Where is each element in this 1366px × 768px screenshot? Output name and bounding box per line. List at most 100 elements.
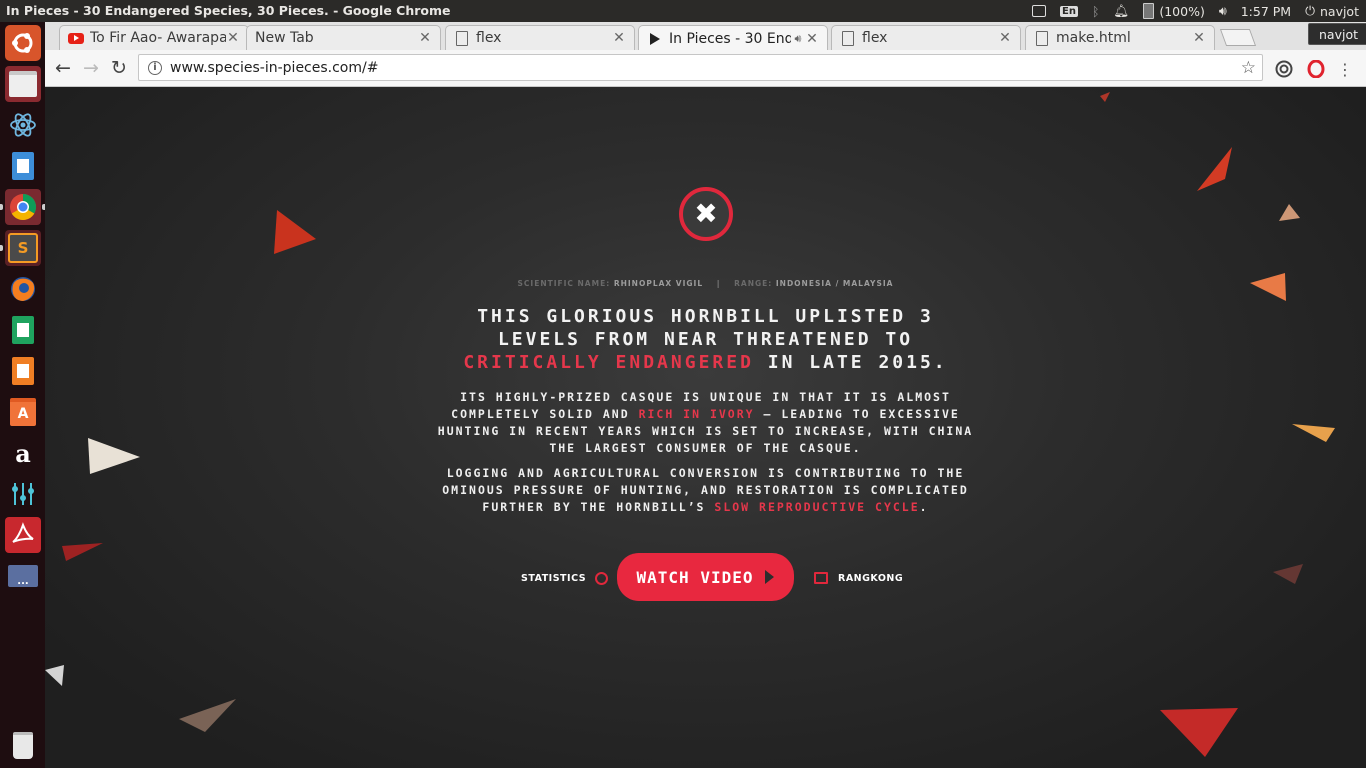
statistics-label: STATISTICS: [521, 573, 587, 584]
tab-audio-icon[interactable]: 🔊︎: [791, 32, 805, 46]
shard: [1100, 92, 1110, 102]
watch-video-label: WATCH VIDEO: [636, 567, 754, 587]
close-icon: ✖: [694, 197, 718, 230]
battery-icon: [1143, 3, 1155, 19]
chrome-icon[interactable]: [5, 189, 41, 225]
notification-bell-icon[interactable]: 🔔︎: [1113, 3, 1129, 19]
volume-icon[interactable]: 🔊︎: [1219, 3, 1227, 19]
close-tab-icon[interactable]: ✕: [998, 30, 1012, 46]
bookmark-star-icon[interactable]: ☆: [1241, 58, 1256, 78]
play-icon: [647, 31, 663, 47]
headline: THIS GLORIOUS HORNBILL UPLISTED 3 LEVELS…: [45, 305, 1366, 374]
close-tab-icon[interactable]: ✕: [1192, 30, 1206, 46]
local-name-link[interactable]: RANGKONG: [814, 572, 903, 584]
window-title: In Pieces - 30 Endangered Species, 30 Pi…: [6, 3, 451, 18]
software-center-icon[interactable]: A: [5, 394, 41, 430]
unity-tweak-icon[interactable]: [5, 476, 41, 512]
acrobat-reader-icon[interactable]: [5, 517, 41, 553]
clock[interactable]: 1:57 PM: [1241, 4, 1291, 19]
headline-line: LEVELS FROM NEAR THREATENED TO: [497, 329, 914, 350]
libreoffice-writer-icon[interactable]: [5, 148, 41, 184]
description-paragraph-2: LOGGING AND AGRICULTURAL CONVERSION IS C…: [45, 465, 1366, 516]
description-paragraph-1: ITS HIGHLY-PRIZED CASQUE IS UNIQUE IN TH…: [45, 389, 1366, 457]
extension-swirl-icon[interactable]: [1274, 59, 1294, 79]
tab-make-html[interactable]: make.html ✕: [1025, 25, 1215, 50]
action-bar: STATISTICS WATCH VIDEO RANGKONG: [45, 552, 1366, 602]
range-value: INDONESIA / MALAYSIA: [775, 279, 894, 288]
profile-badge[interactable]: navjot: [1308, 23, 1366, 45]
watch-video-button[interactable]: WATCH VIDEO: [617, 553, 794, 601]
chrome-menu-icon[interactable]: ⋮: [1335, 59, 1355, 79]
close-tab-icon[interactable]: ✕: [226, 30, 240, 46]
youtube-icon: [68, 30, 84, 46]
trash-icon[interactable]: [5, 727, 41, 763]
paragraph-line: ITS HIGHLY-PRIZED CASQUE IS UNIQUE IN TH…: [460, 390, 951, 404]
sublime-text-icon[interactable]: S: [5, 230, 41, 266]
shard: [1197, 147, 1232, 191]
tab-title: flex: [862, 30, 888, 46]
ubuntu-dash-icon[interactable]: [5, 25, 41, 61]
battery-indicator[interactable]: (100%): [1143, 3, 1205, 19]
statistics-pie-icon: [595, 572, 609, 585]
tab-flex-1[interactable]: flex ✕: [445, 25, 635, 50]
page-icon: [1034, 30, 1050, 46]
new-tab-button[interactable]: [1219, 29, 1257, 46]
local-name-icon: [814, 572, 828, 584]
highlight-slow-reproductive-cycle[interactable]: SLOW REPRODUCTIVE CYCLE: [714, 500, 919, 514]
libreoffice-calc-icon[interactable]: [5, 312, 41, 348]
close-tab-icon[interactable]: ✕: [418, 30, 432, 46]
tab-title: flex: [476, 30, 502, 46]
tab-title: To Fir Aao- Awarapan: [90, 30, 226, 46]
sublime-running-indicator: [0, 245, 3, 251]
keyboard-layout-indicator[interactable]: En: [1059, 5, 1078, 17]
page-icon: [454, 30, 470, 46]
paragraph-line: HUNTING IN RECENT YEARS WHICH IS SET TO …: [437, 424, 974, 438]
firefox-icon[interactable]: [5, 271, 41, 307]
paragraph-line: OMINOUS PRESSURE OF HUNTING, AND RESTORA…: [442, 483, 969, 497]
power-icon: ⏻: [1305, 3, 1315, 18]
forward-arrow-icon[interactable]: →: [80, 57, 102, 79]
bluetooth-icon[interactable]: ᛒ: [1092, 4, 1100, 19]
paragraph-line: FURTHER BY THE HORNBILL’S SLOW REPRODUCT…: [482, 500, 929, 514]
tab-title: In Pieces - 30 Endangered: [669, 30, 791, 47]
shard: [274, 210, 316, 254]
headline-rest: IN LATE 2015.: [753, 352, 948, 373]
session-menu[interactable]: ⏻ navjot: [1305, 3, 1359, 19]
screen-icon[interactable]: [1031, 5, 1046, 17]
local-name-label: RANGKONG: [838, 572, 904, 584]
shard: [179, 699, 236, 732]
shard: [1160, 708, 1238, 757]
session-user-name: navjot: [1319, 3, 1359, 19]
headline-highlight: CRITICALLY ENDANGERED: [463, 352, 754, 373]
tab-new-tab[interactable]: New Tab ✕: [246, 25, 441, 50]
chrome-running-indicator: [0, 204, 3, 210]
tab-title: make.html: [1056, 30, 1131, 46]
libreoffice-impress-icon[interactable]: [5, 353, 41, 389]
atom-icon[interactable]: [5, 107, 41, 143]
reload-icon[interactable]: ↻: [108, 57, 130, 79]
unity-launcher: S A a ...: [0, 22, 45, 768]
paragraph-line: COMPLETELY SOLID AND RICH IN IVORY – LEA…: [451, 407, 960, 421]
tab-youtube[interactable]: To Fir Aao- Awarapan ✕: [59, 25, 249, 50]
back-arrow-icon[interactable]: ←: [52, 57, 74, 79]
paragraph-line: LOGGING AND AGRICULTURAL CONVERSION IS C…: [446, 466, 965, 480]
headline-line: CRITICALLY ENDANGERED IN LATE 2015.: [45, 351, 1366, 374]
workspaces-icon[interactable]: ...: [5, 558, 41, 594]
site-info-icon[interactable]: i: [148, 60, 162, 75]
scientific-name-label: SCIENTIFIC NAME:: [517, 279, 611, 288]
tab-in-pieces[interactable]: In Pieces - 30 Endangered 🔊︎ ✕: [638, 25, 828, 51]
os-top-panel: In Pieces - 30 Endangered Species, 30 Pi…: [0, 0, 1366, 22]
amazon-icon[interactable]: a: [5, 435, 41, 471]
tab-flex-2[interactable]: flex ✕: [831, 25, 1021, 50]
shard: [45, 665, 64, 686]
close-tab-icon[interactable]: ✕: [805, 31, 819, 47]
address-bar[interactable]: i www.species-in-pieces.com/# ☆: [138, 54, 1263, 81]
close-button[interactable]: ✖: [679, 187, 733, 241]
statistics-link[interactable]: STATISTICS: [521, 572, 609, 585]
chrome-tab-strip: To Fir Aao- Awarapan ✕ New Tab ✕ flex ✕ …: [45, 22, 1366, 51]
highlight-rich-in-ivory[interactable]: RICH IN IVORY: [639, 407, 755, 421]
tab-title: New Tab: [255, 30, 314, 46]
close-tab-icon[interactable]: ✕: [612, 30, 626, 46]
opera-extension-icon[interactable]: [1306, 59, 1326, 79]
files-icon[interactable]: [5, 66, 41, 102]
